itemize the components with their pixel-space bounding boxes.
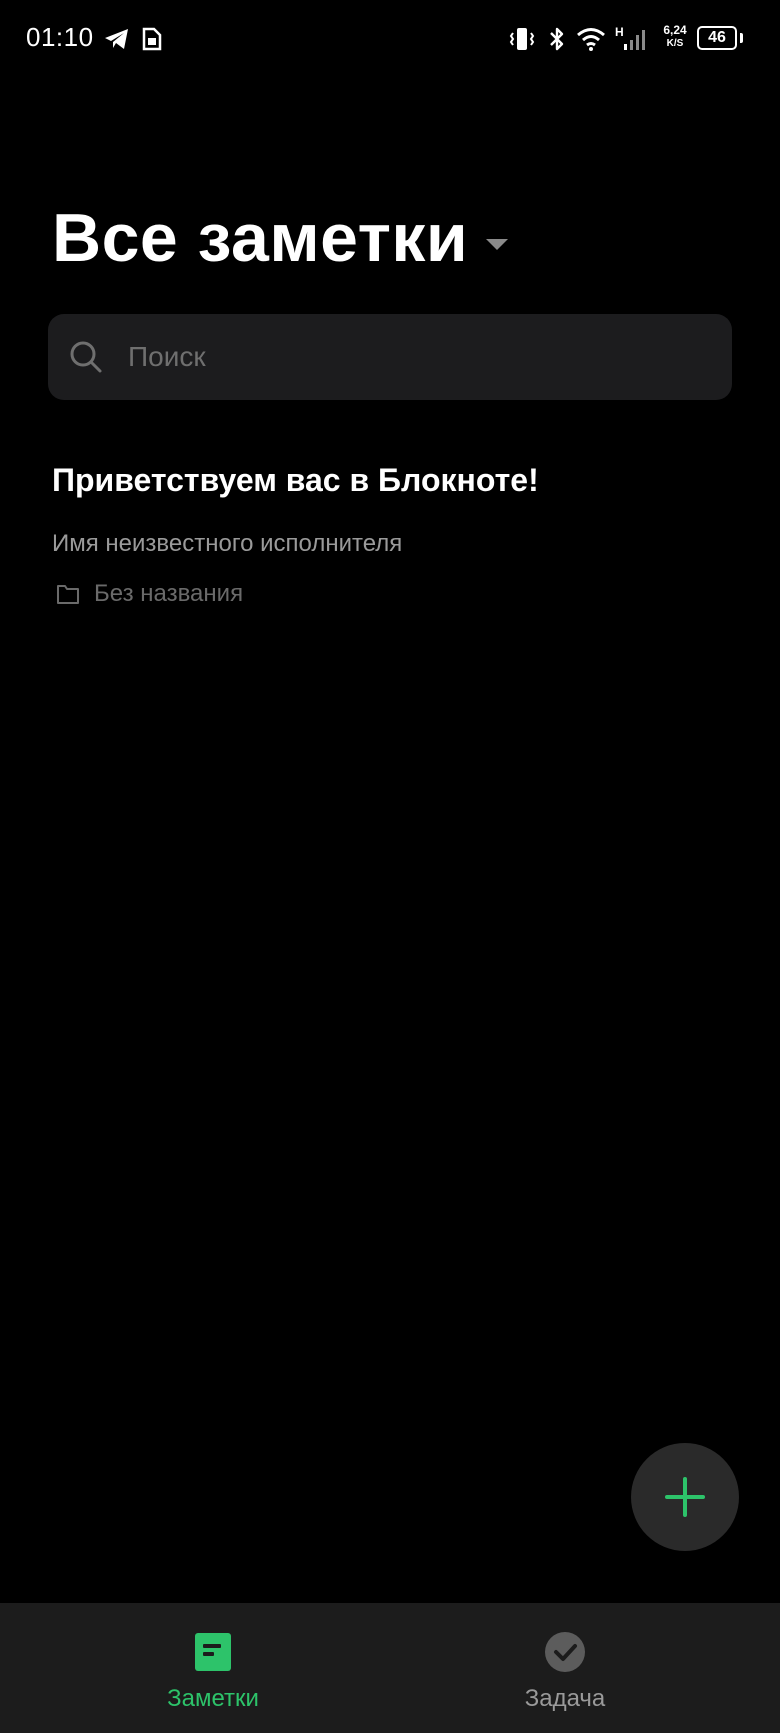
- vibrate-icon: [509, 28, 535, 50]
- telegram-icon: [105, 29, 128, 49]
- folder-name: Без названия: [94, 580, 244, 607]
- battery-cap: [740, 33, 743, 43]
- tab-notes[interactable]: Заметки: [18, 1603, 408, 1733]
- battery-level: 46: [708, 29, 726, 46]
- task-check-icon: [545, 1632, 585, 1672]
- bluetooth-icon: [550, 27, 564, 51]
- page-title[interactable]: Все заметки: [52, 199, 468, 277]
- folder-icon: [57, 585, 79, 604]
- signal-icon: H: [615, 25, 645, 50]
- add-note-button[interactable]: [631, 1443, 739, 1551]
- note-folder: Без названия: [56, 580, 243, 608]
- notes-icon: [195, 1633, 231, 1671]
- plus-icon: [665, 1477, 705, 1517]
- wifi-icon: [577, 28, 605, 51]
- chevron-down-icon[interactable]: [486, 238, 509, 250]
- note-title: Приветствуем вас в Блокноте!: [52, 462, 539, 498]
- note-list-item[interactable]: Приветствуем вас в Блокноте! Имя неизвес…: [52, 456, 732, 626]
- sim-icon: [142, 27, 162, 51]
- note-snippet: Имя неизвестного исполнителя: [52, 530, 403, 557]
- status-bar: 01:10 H 6,24 K/S 46: [0, 0, 780, 80]
- battery-icon: 46: [697, 26, 737, 50]
- search-bar[interactable]: [48, 314, 732, 400]
- status-time: 01:10: [26, 22, 94, 52]
- bottom-nav: Заметки Задача: [0, 1603, 780, 1733]
- search-icon: [70, 341, 102, 373]
- svg-text:H: H: [615, 25, 624, 39]
- page-header[interactable]: Все заметки: [52, 196, 509, 280]
- search-input[interactable]: [126, 340, 690, 374]
- tab-tasks[interactable]: Задача: [370, 1603, 760, 1733]
- tab-notes-label: Заметки: [167, 1685, 259, 1712]
- network-speed: 6,24 K/S: [663, 23, 687, 50]
- tab-tasks-label: Задача: [524, 1685, 606, 1712]
